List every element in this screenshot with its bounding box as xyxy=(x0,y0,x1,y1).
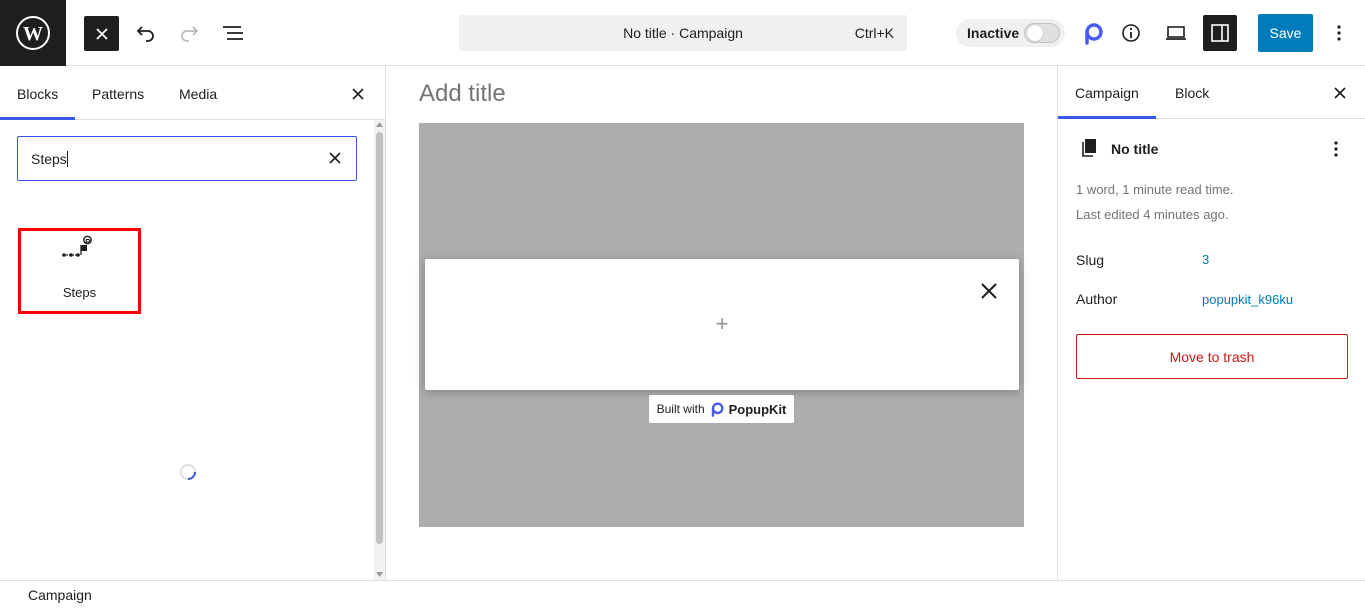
undo-button[interactable] xyxy=(131,18,161,48)
tab-media[interactable]: Media xyxy=(179,86,217,102)
slug-label: Slug xyxy=(1076,252,1105,268)
block-result-steps[interactable]: Steps xyxy=(18,228,141,314)
campaign-status-toggle[interactable]: Inactive xyxy=(956,19,1065,47)
title-input[interactable]: Add title xyxy=(419,80,506,108)
brand-name: PopupKit xyxy=(728,401,787,417)
close-icon xyxy=(1334,87,1346,99)
settings-sidebar-toggle[interactable] xyxy=(1203,15,1237,51)
close-inserter-button[interactable] xyxy=(84,16,119,51)
info-icon xyxy=(1122,24,1140,42)
close-icon xyxy=(95,27,108,40)
popup-overlay-preview: + Built with PopupKit xyxy=(419,123,1024,527)
scroll-down-arrow-icon xyxy=(376,572,383,577)
popupkit-logo-icon xyxy=(1085,23,1103,45)
block-search-input[interactable]: Steps xyxy=(17,136,357,181)
more-vertical-icon xyxy=(1337,25,1341,41)
move-to-trash-button[interactable]: Move to trash xyxy=(1076,334,1348,379)
preview-device-button[interactable] xyxy=(1162,19,1190,47)
popup-container[interactable]: + xyxy=(425,259,1019,390)
wordpress-icon: W xyxy=(16,16,50,50)
breadcrumb[interactable]: Campaign xyxy=(28,587,92,603)
block-inserter-panel: Blocks Patterns Media Steps Steps xyxy=(0,66,386,580)
status-switch[interactable] xyxy=(1024,23,1060,43)
close-icon xyxy=(329,152,341,164)
search-value: Steps xyxy=(31,151,67,167)
wordpress-logo-button[interactable]: W xyxy=(0,0,66,66)
close-settings-button[interactable] xyxy=(1328,81,1352,105)
last-edited-text: Last edited 4 minutes ago. xyxy=(1076,207,1229,222)
clear-search-button[interactable] xyxy=(325,148,345,168)
document-icon xyxy=(1082,139,1096,157)
popupkit-button[interactable] xyxy=(1079,19,1107,47)
sidebar-tabs: Campaign Block xyxy=(1058,66,1365,119)
inserter-scrollbar[interactable] xyxy=(374,120,385,580)
document-title: No title xyxy=(1111,141,1159,157)
block-result-label: Steps xyxy=(62,285,97,300)
editor-header: W No title · Campaign Ctrl+K Inactive Sa… xyxy=(0,0,1365,66)
steps-flag-icon xyxy=(62,235,92,257)
popup-close-button[interactable] xyxy=(975,277,1003,305)
tab-block[interactable]: Block xyxy=(1175,85,1209,101)
tab-blocks[interactable]: Blocks xyxy=(0,86,76,120)
more-vertical-icon xyxy=(1334,141,1338,157)
options-menu-button[interactable] xyxy=(1327,19,1351,47)
document-title-label: No title · Campaign xyxy=(623,25,743,41)
redo-button[interactable] xyxy=(174,18,204,48)
details-button[interactable] xyxy=(1117,19,1145,47)
built-with-text: Built with xyxy=(656,402,705,416)
desktop-icon xyxy=(1166,26,1186,40)
text-caret xyxy=(66,151,68,167)
add-block-plus-icon[interactable]: + xyxy=(425,311,1019,337)
command-center-button[interactable]: No title · Campaign Ctrl+K xyxy=(459,15,907,51)
status-label: Inactive xyxy=(967,25,1020,41)
undo-icon xyxy=(136,26,154,42)
inserter-tabs: Blocks Patterns Media xyxy=(0,66,385,120)
document-actions-button[interactable] xyxy=(1326,138,1346,160)
close-panel-button[interactable] xyxy=(346,82,370,106)
scroll-thumb[interactable] xyxy=(376,132,383,544)
built-with-badge: Built with PopupKit xyxy=(649,395,794,423)
svg-text:W: W xyxy=(23,23,43,45)
settings-sidebar: Campaign Block No title 1 word, 1 minute… xyxy=(1057,66,1365,580)
tab-campaign[interactable]: Campaign xyxy=(1058,85,1156,119)
close-icon xyxy=(352,88,364,100)
document-overview-button[interactable] xyxy=(218,18,248,48)
editor-canvas: Add title + Built with PopupKit xyxy=(386,66,1057,580)
author-value-link[interactable]: popupkit_k96ku xyxy=(1202,292,1293,307)
save-button[interactable]: Save xyxy=(1258,14,1313,52)
shortcut-label: Ctrl+K xyxy=(854,25,894,41)
switch-knob xyxy=(1027,25,1043,41)
word-count-text: 1 word, 1 minute read time. xyxy=(1076,182,1234,197)
redo-icon xyxy=(181,26,199,42)
editor-footer: Campaign xyxy=(0,580,1365,608)
popupkit-logo-icon xyxy=(711,402,724,417)
close-icon xyxy=(981,283,997,299)
list-view-icon xyxy=(223,26,243,40)
loading-spinner-icon xyxy=(180,464,196,480)
tab-patterns[interactable]: Patterns xyxy=(92,86,144,102)
sidebar-icon xyxy=(1211,24,1229,42)
author-label: Author xyxy=(1076,291,1118,307)
slug-value-link[interactable]: 3 xyxy=(1202,252,1209,267)
scroll-up-arrow-icon xyxy=(376,122,383,127)
